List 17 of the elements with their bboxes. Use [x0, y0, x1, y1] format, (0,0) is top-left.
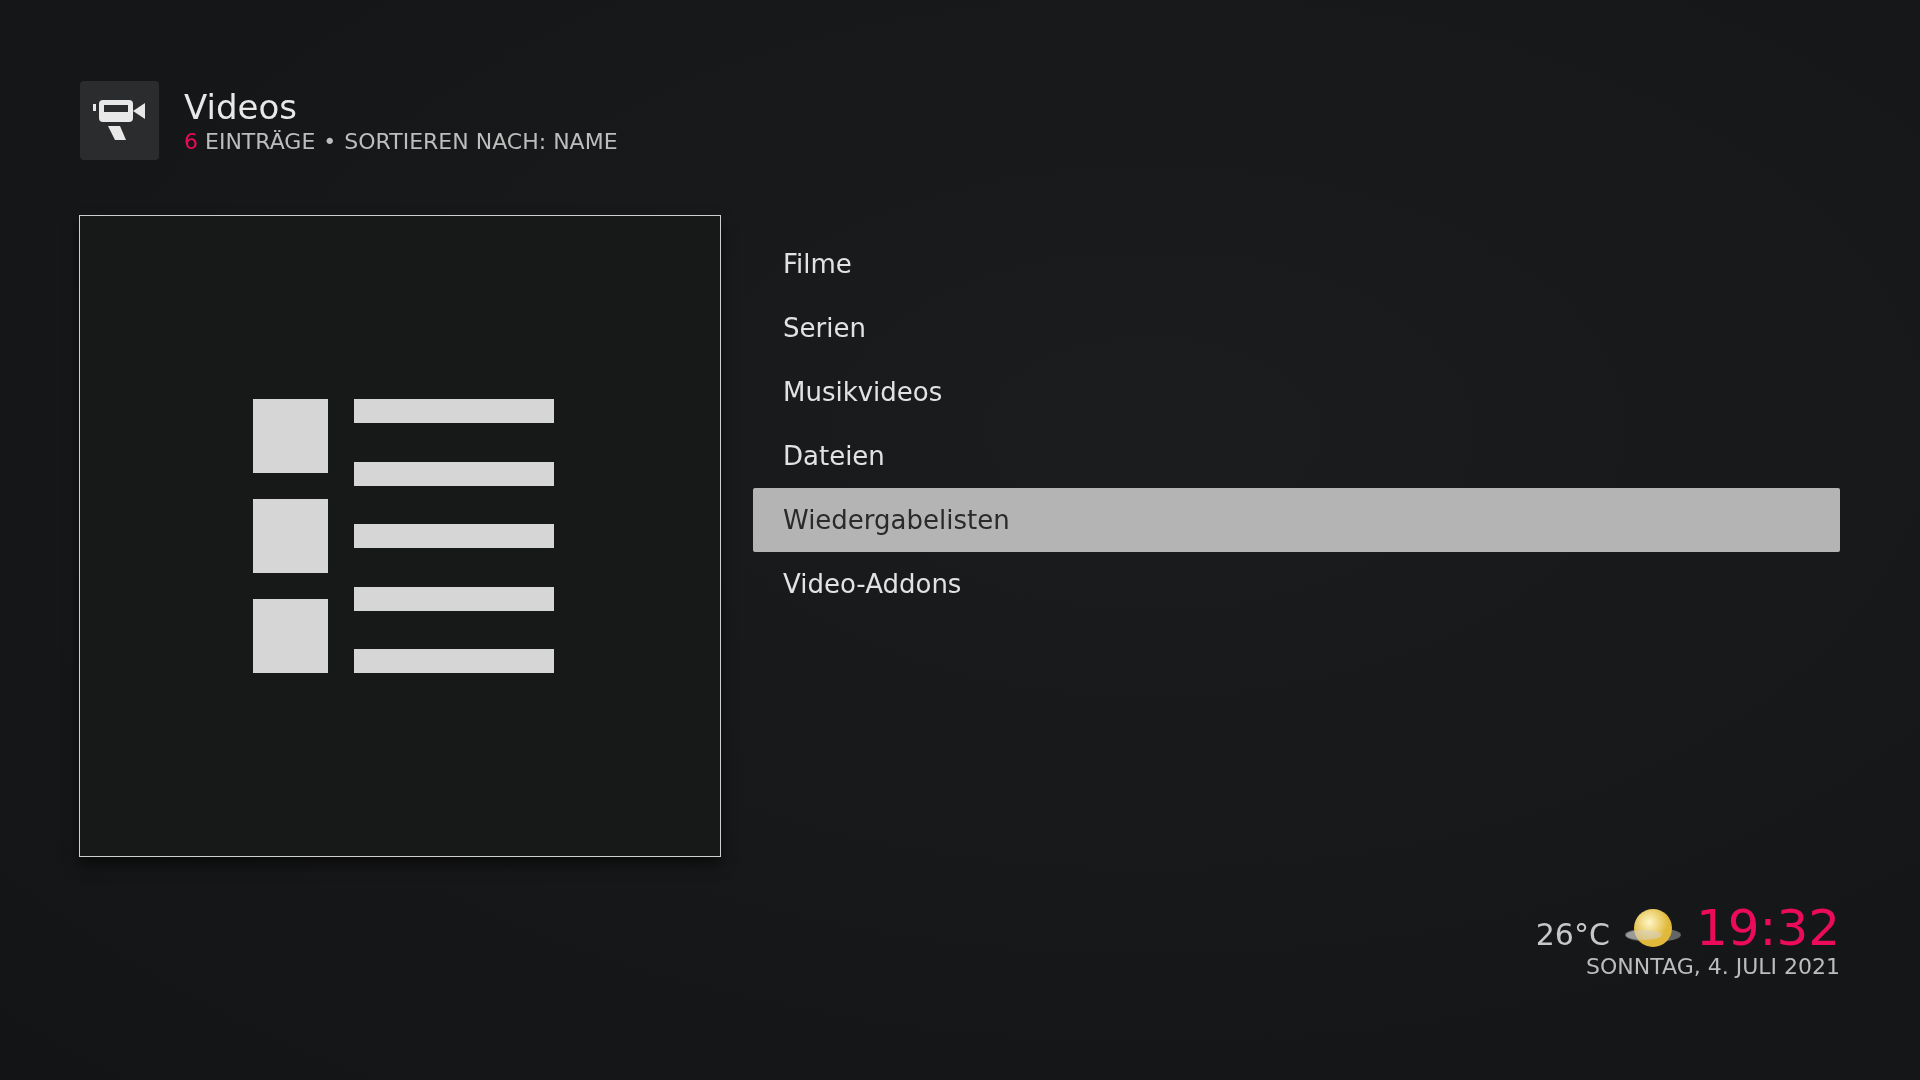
- menu-item[interactable]: Wiedergabelisten: [753, 488, 1840, 552]
- separator-dot: •: [323, 129, 337, 154]
- video-camera-icon: [92, 99, 147, 142]
- items-label: EINTRÄGE: [205, 129, 316, 154]
- menu-item[interactable]: Musikvideos: [753, 360, 1840, 424]
- date-label: SONNTAG, 4. JULI 2021: [1586, 954, 1840, 979]
- menu-item[interactable]: Filme: [753, 232, 1840, 296]
- temperature: 26°C: [1535, 916, 1610, 952]
- sort-label[interactable]: SORTIEREN NACH: NAME: [344, 129, 618, 154]
- sun-cloud-icon: [1623, 907, 1682, 949]
- menu-item[interactable]: Serien: [753, 296, 1840, 360]
- clock-time: 19:32: [1695, 900, 1840, 956]
- list-icon: [252, 399, 554, 673]
- menu-item[interactable]: Dateien: [753, 424, 1840, 488]
- menu-item[interactable]: Video-Addons: [753, 552, 1840, 616]
- item-count: 6: [184, 129, 198, 154]
- page-title: Videos: [184, 87, 298, 127]
